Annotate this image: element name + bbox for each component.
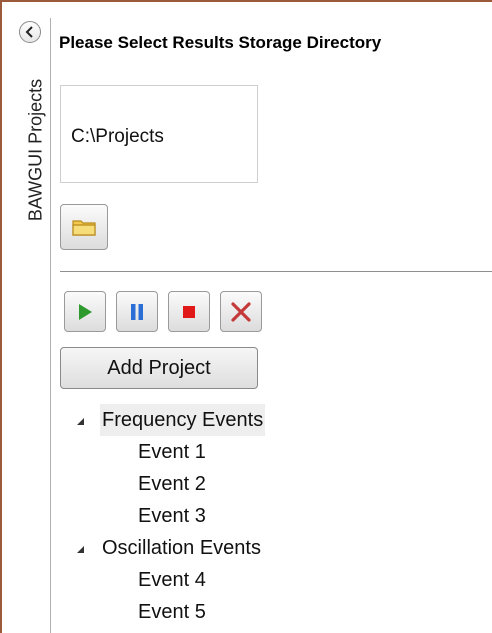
- page-title: Please Select Results Storage Directory: [59, 33, 382, 52]
- side-panel-label: BAWGUI Projects: [25, 78, 46, 222]
- expanded-arrow-icon: [77, 545, 84, 553]
- chevron-left-icon: [25, 26, 33, 38]
- play-button[interactable]: [64, 291, 106, 332]
- tree-group-label: Frequency Events: [100, 404, 266, 436]
- play-icon: [79, 303, 92, 320]
- close-icon: [231, 301, 251, 322]
- collapse-panel-button[interactable]: [19, 21, 41, 43]
- pause-button[interactable]: [116, 291, 158, 332]
- project-tree: Frequency Events Event 1 Event 2 Event 3…: [74, 404, 266, 628]
- expand-toggle[interactable]: [74, 404, 100, 436]
- directory-path-text: C:\Projects: [71, 126, 164, 147]
- tree-item-event-3[interactable]: Event 3: [74, 500, 265, 532]
- pause-icon: [131, 303, 143, 320]
- stop-button[interactable]: [168, 291, 210, 332]
- tree-group-oscillation-events[interactable]: Oscillation Events: [74, 532, 265, 564]
- tree-item-event-1[interactable]: Event 1: [74, 436, 265, 468]
- expanded-arrow-icon: [77, 417, 84, 425]
- browse-folder-button[interactable]: [60, 204, 108, 250]
- tree-group-frequency-events[interactable]: Frequency Events: [74, 404, 266, 436]
- tree-item-event-5[interactable]: Event 5: [74, 596, 265, 628]
- expand-toggle[interactable]: [74, 532, 100, 564]
- tree-item-event-4[interactable]: Event 4: [74, 564, 265, 596]
- stop-icon: [183, 305, 195, 318]
- tree-group-label: Oscillation Events: [102, 537, 261, 559]
- folder-icon: [72, 220, 96, 236]
- divider: [60, 271, 492, 272]
- tree-item-event-2[interactable]: Event 2: [74, 468, 265, 500]
- cancel-button[interactable]: [220, 291, 262, 332]
- directory-path-field[interactable]: C:\Projects: [60, 85, 258, 183]
- add-project-button[interactable]: Add Project: [60, 347, 258, 389]
